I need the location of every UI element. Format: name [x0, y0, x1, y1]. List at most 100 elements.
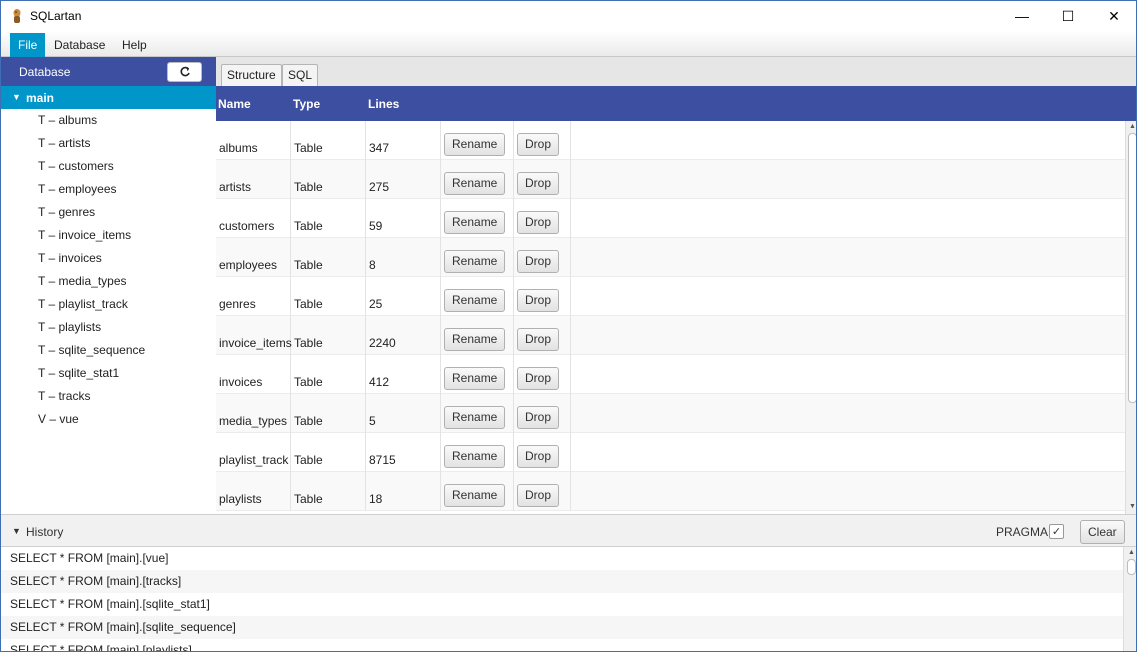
rename-button[interactable]: Rename: [444, 289, 506, 312]
cell-lines: 275: [366, 160, 441, 199]
app-logo-icon: [13, 9, 21, 23]
table-lines: 8: [369, 258, 376, 272]
tree-item[interactable]: T – albums: [38, 110, 97, 130]
maximize-button[interactable]: ☐: [1045, 1, 1091, 31]
history-entry[interactable]: SELECT * FROM [main].[sqlite_stat1]: [1, 593, 1123, 616]
table-row[interactable]: customers Table 59 Rename Drop: [216, 199, 1125, 238]
tree-item[interactable]: T – artists: [38, 133, 90, 153]
table-scrollbar[interactable]: ▲ ▼: [1125, 121, 1136, 514]
history-header: ▼ History PRAGMA ✓ Clear: [1, 514, 1136, 547]
expand-arrow-icon[interactable]: ▼: [12, 92, 21, 102]
drop-button[interactable]: Drop: [517, 289, 560, 312]
table-type: Table: [294, 219, 323, 233]
refresh-button[interactable]: [167, 62, 202, 82]
table-row[interactable]: artists Table 275 Rename Drop: [216, 160, 1125, 199]
rename-button[interactable]: Rename: [444, 406, 506, 429]
tree-item[interactable]: V – vue: [38, 409, 79, 429]
tree-item[interactable]: T – tracks: [38, 386, 90, 406]
close-button[interactable]: ✕: [1091, 1, 1136, 31]
drop-button[interactable]: Drop: [517, 328, 560, 351]
column-header-lines[interactable]: Lines: [368, 97, 399, 111]
table-type: Table: [294, 141, 323, 155]
drop-button[interactable]: Drop: [517, 211, 560, 234]
cell-lines: 5: [366, 394, 441, 433]
table-name: employees: [219, 258, 278, 272]
table-row[interactable]: invoice_items Table 2240 Rename Drop: [216, 316, 1125, 355]
history-entry[interactable]: SELECT * FROM [main].[playlists]: [1, 639, 1123, 651]
history-entry[interactable]: SELECT * FROM [main].[vue]: [1, 547, 1123, 570]
history-entry[interactable]: SELECT * FROM [main].[sqlite_sequence]: [1, 616, 1123, 639]
history-scrollbar[interactable]: ▲: [1123, 547, 1136, 651]
pragma-checkbox[interactable]: ✓: [1049, 524, 1064, 539]
table-lines: 25: [369, 297, 383, 311]
cell-drop: Drop: [514, 160, 571, 199]
table-type: Table: [294, 336, 323, 350]
cell-drop: Drop: [514, 394, 571, 433]
collapse-arrow-icon[interactable]: ▼: [12, 526, 21, 536]
drop-button[interactable]: Drop: [517, 406, 560, 429]
check-icon: ✓: [1051, 526, 1062, 538]
rename-button[interactable]: Rename: [444, 133, 506, 156]
table-row[interactable]: playlists Table 18 Rename Drop: [216, 472, 1125, 511]
tree-item[interactable]: T – sqlite_sequence: [38, 340, 145, 360]
drop-button[interactable]: Drop: [517, 445, 560, 468]
table-row[interactable]: media_types Table 5 Rename Drop: [216, 394, 1125, 433]
table-row[interactable]: playlist_track Table 8715 Rename Drop: [216, 433, 1125, 472]
cell-rename: Rename: [441, 433, 514, 472]
tree-item[interactable]: T – invoice_items: [38, 225, 131, 245]
cell-type: Table: [291, 160, 366, 199]
cell-lines: 25: [366, 277, 441, 316]
table-lines: 59: [369, 219, 383, 233]
tab-sql[interactable]: SQL: [282, 64, 319, 86]
menu-file[interactable]: File: [10, 33, 46, 57]
rename-button[interactable]: Rename: [444, 328, 506, 351]
structure-table: albums Table 347 Rename Drop artists Table 275 R…: [216, 121, 1125, 514]
column-header-type[interactable]: Type: [293, 97, 320, 111]
drop-button[interactable]: Drop: [517, 172, 560, 195]
sidebar-header: Database: [1, 57, 216, 86]
history-scroll-thumb[interactable]: [1127, 559, 1136, 575]
rename-button[interactable]: Rename: [444, 250, 506, 273]
cell-rename: Rename: [441, 277, 514, 316]
tree-item[interactable]: T – genres: [38, 202, 95, 222]
tree-item[interactable]: T – playlists: [38, 317, 101, 337]
table-type: Table: [294, 375, 323, 389]
rename-button[interactable]: Rename: [444, 484, 506, 507]
tree-item[interactable]: T – media_types: [38, 271, 127, 291]
tree-item[interactable]: T – customers: [38, 156, 114, 176]
rename-button[interactable]: Rename: [444, 445, 506, 468]
rename-button[interactable]: Rename: [444, 172, 506, 195]
tree-item[interactable]: T – sqlite_stat1: [38, 363, 119, 383]
drop-button[interactable]: Drop: [517, 133, 560, 156]
rename-button[interactable]: Rename: [444, 211, 506, 234]
table-row[interactable]: genres Table 25 Rename Drop: [216, 277, 1125, 316]
drop-button[interactable]: Drop: [517, 250, 560, 273]
table-name: customers: [219, 219, 275, 233]
rename-button[interactable]: Rename: [444, 367, 506, 390]
tree-item[interactable]: T – playlist_track: [38, 294, 128, 314]
column-header-name[interactable]: Name: [218, 97, 251, 111]
minimize-button[interactable]: —: [999, 1, 1045, 31]
menu-help[interactable]: Help: [114, 33, 155, 57]
tree-item[interactable]: T – employees: [38, 179, 117, 199]
drop-button[interactable]: Drop: [517, 484, 560, 507]
table-row[interactable]: invoices Table 412 Rename Drop: [216, 355, 1125, 394]
table-lines: 18: [369, 492, 383, 506]
refresh-icon: [179, 66, 190, 77]
tab-structure[interactable]: Structure: [221, 64, 282, 86]
table-scroll-thumb[interactable]: [1128, 133, 1136, 403]
scroll-up-icon[interactable]: ▲: [1129, 123, 1136, 130]
menu-database[interactable]: Database: [46, 33, 113, 57]
scroll-down-icon[interactable]: ▼: [1129, 503, 1136, 510]
history-title[interactable]: History: [26, 525, 63, 539]
table-row[interactable]: employees Table 8 Rename Drop: [216, 238, 1125, 277]
tree-item[interactable]: T – invoices: [38, 248, 102, 268]
clear-button[interactable]: Clear: [1080, 520, 1125, 544]
history-scroll-up-icon[interactable]: ▲: [1128, 549, 1135, 556]
history-entry[interactable]: SELECT * FROM [main].[tracks]: [1, 570, 1123, 593]
menu-bar: File Database Help: [1, 31, 1136, 57]
tree-item-main[interactable]: ▼ main: [1, 86, 216, 109]
table-row[interactable]: albums Table 347 Rename Drop: [216, 121, 1125, 160]
drop-button[interactable]: Drop: [517, 367, 560, 390]
pragma-label: PRAGMA: [996, 525, 1049, 539]
